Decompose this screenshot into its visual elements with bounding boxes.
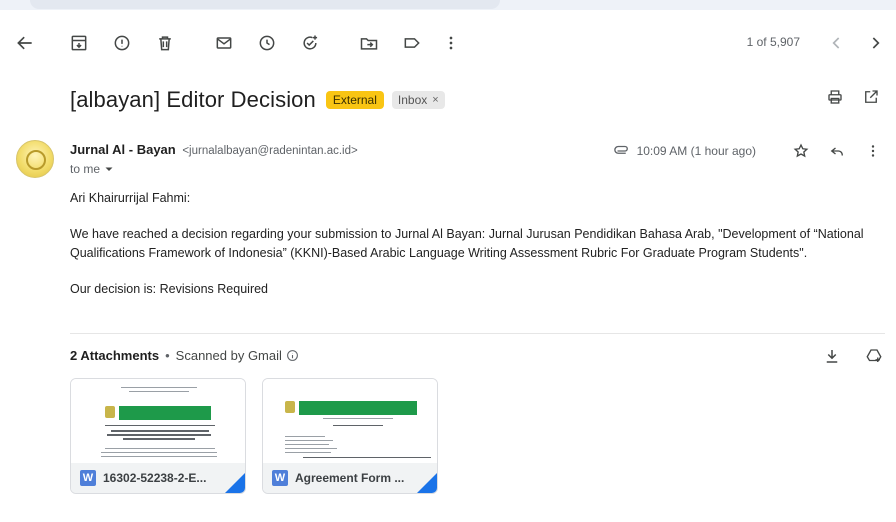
caret-down-icon bbox=[105, 167, 113, 171]
archive-icon[interactable] bbox=[62, 26, 96, 60]
label-tag-icon[interactable] bbox=[395, 26, 429, 60]
recipient-details-toggle[interactable]: to me bbox=[70, 162, 114, 176]
move-to-folder-icon[interactable] bbox=[352, 26, 386, 60]
star-icon[interactable] bbox=[790, 140, 812, 162]
subject-actions bbox=[824, 86, 882, 108]
inbox-label-text: Inbox bbox=[397, 93, 428, 107]
attachment-1-name: 16302-52238-2-E... bbox=[103, 471, 207, 485]
older-chevron-right-icon[interactable] bbox=[858, 26, 892, 60]
attachment-card-1[interactable]: W 16302-52238-2-E... bbox=[70, 378, 246, 494]
sender-email: <jurnalalbayan@radenintan.ac.id> bbox=[182, 145, 358, 157]
attachment-2-preview bbox=[263, 379, 437, 465]
attachments-separator: • bbox=[165, 348, 170, 363]
attachment-1-footer: W 16302-52238-2-E... bbox=[71, 463, 245, 493]
add-to-drive-icon[interactable] bbox=[864, 346, 884, 366]
remove-label-close-icon[interactable]: × bbox=[432, 94, 438, 106]
browser-top-strip bbox=[0, 0, 896, 10]
message-more-vertical-icon[interactable] bbox=[862, 140, 884, 162]
info-icon[interactable] bbox=[286, 349, 299, 362]
to-text: to me bbox=[70, 162, 101, 176]
download-all-icon[interactable] bbox=[822, 346, 842, 366]
print-icon[interactable] bbox=[824, 86, 846, 108]
inbox-label-chip[interactable]: Inbox × bbox=[391, 91, 445, 109]
attachment-2-footer: W Agreement Form ... bbox=[263, 463, 437, 493]
mark-unread-icon[interactable] bbox=[207, 26, 241, 60]
pager-count: 1 of 5,907 bbox=[746, 35, 800, 49]
doc-logo-icon bbox=[105, 406, 115, 418]
reply-icon[interactable] bbox=[826, 140, 848, 162]
open-in-new-window-icon[interactable] bbox=[860, 86, 882, 108]
scanned-by-gmail: Scanned by Gmail bbox=[175, 348, 282, 363]
attachments-divider bbox=[70, 333, 885, 334]
message-meta: 10:09 AM (1 hour ago) bbox=[613, 140, 884, 162]
email-subject: [albayan] Editor Decision bbox=[70, 87, 316, 112]
attachment-1-corner bbox=[225, 473, 245, 493]
body-paragraph: We have reached a decision regarding you… bbox=[70, 227, 864, 260]
report-spam-icon[interactable] bbox=[105, 26, 139, 60]
attachment-1-preview bbox=[71, 379, 245, 465]
attachments-header: 2 Attachments • Scanned by Gmail bbox=[70, 348, 299, 363]
attachments-count: 2 Attachments bbox=[70, 348, 160, 363]
more-vertical-icon[interactable] bbox=[434, 26, 468, 60]
attachment-2-corner bbox=[417, 473, 437, 493]
body-greeting: Ari Khairurrijal Fahmi: bbox=[70, 191, 191, 205]
attachment-2-name: Agreement Form ... bbox=[295, 471, 405, 485]
attachments-actions bbox=[822, 346, 884, 366]
word-doc-icon: W bbox=[272, 470, 288, 486]
word-doc-icon: W bbox=[80, 470, 96, 486]
back-arrow-icon[interactable] bbox=[8, 26, 42, 60]
attachment-card-2[interactable]: W Agreement Form ... bbox=[262, 378, 438, 494]
snooze-clock-icon[interactable] bbox=[250, 26, 284, 60]
body-decision: Our decision is: Revisions Required bbox=[70, 282, 269, 296]
sender-name[interactable]: Jurnal Al - Bayan bbox=[70, 142, 176, 157]
message-body: Ari Khairurrijal Fahmi: We have reached … bbox=[70, 189, 885, 316]
avatar-emblem bbox=[26, 150, 46, 170]
subject-row: [albayan] Editor Decision External Inbox… bbox=[70, 84, 445, 116]
doc-logo-icon bbox=[285, 401, 295, 413]
sender-line: Jurnal Al - Bayan <jurnalalbayan@radenin… bbox=[70, 142, 358, 157]
external-badge: External bbox=[325, 91, 384, 109]
add-task-icon[interactable] bbox=[293, 26, 327, 60]
mail-toolbar: 1 of 5,907 bbox=[0, 26, 896, 60]
delete-icon[interactable] bbox=[148, 26, 182, 60]
attachment-clip-icon bbox=[613, 142, 631, 160]
newer-chevron-left-icon[interactable] bbox=[820, 26, 854, 60]
message-time: 10:09 AM (1 hour ago) bbox=[636, 144, 756, 158]
sender-avatar[interactable] bbox=[16, 140, 54, 178]
top-strip-pill bbox=[30, 0, 500, 9]
